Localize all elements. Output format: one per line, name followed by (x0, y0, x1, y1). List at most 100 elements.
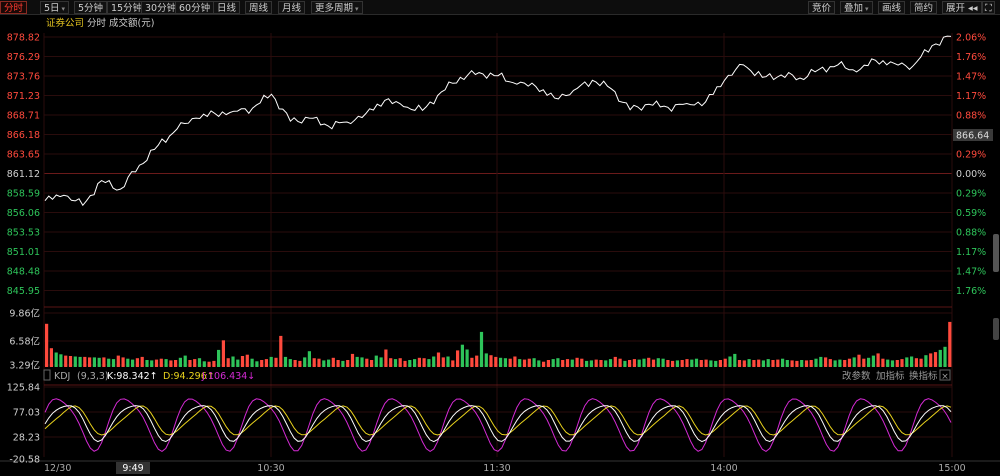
volume-bar (135, 358, 139, 367)
price-axis-label: 876.29 (7, 52, 40, 63)
volume-bar (680, 360, 684, 367)
volume-bar (785, 360, 789, 367)
intraday-chart[interactable]: 证券公司 分时 成交额(元) 878.82 2.06% 876.29 1.76% 873.76… (0, 15, 1000, 476)
volume-bar (460, 344, 464, 367)
volume-bar (159, 358, 163, 367)
volume-bar (64, 355, 68, 367)
percent-axis-label: 1.17% (956, 91, 986, 102)
period-tab[interactable]: 5分钟 (74, 1, 108, 14)
close-icon-glyph[interactable]: × (941, 372, 949, 382)
volume-bar (441, 357, 445, 367)
chevron-down-icon: ▾ (865, 5, 869, 13)
volume-bar (188, 360, 192, 367)
volume-bar (565, 359, 570, 367)
volume-bar (561, 360, 565, 367)
volume-axis-label: 6.58亿 (9, 336, 40, 348)
volume-bar (121, 357, 125, 367)
volume-bar (370, 360, 374, 367)
kdj-button[interactable]: 换指标 (909, 370, 938, 382)
period-tab[interactable]: 5日 ▾ (40, 1, 70, 14)
volume-bar (174, 360, 178, 367)
volume-bar (924, 355, 928, 367)
volume-bar (346, 360, 350, 367)
volume-bar (790, 360, 794, 367)
volume-bar (632, 359, 636, 367)
volume-bar (446, 356, 450, 367)
volume-bar (737, 360, 742, 367)
time-axis-label: 10:30 (257, 463, 284, 474)
volume-bar (919, 358, 923, 367)
period-tab[interactable]: 更多周期 ▾ (311, 1, 363, 14)
volume-bar (193, 359, 197, 367)
tool-button[interactable]: 展开 ◂◂ (942, 1, 982, 14)
time-axis-label: 9:49 (122, 463, 143, 474)
kdj-axis-label: 28.23 (13, 433, 40, 444)
tool-button-label: 叠加 (844, 3, 864, 14)
kdj-button[interactable]: 改参数 (842, 370, 871, 382)
period-tab[interactable]: 分时 (0, 1, 28, 14)
volume-bar (150, 360, 154, 367)
volume-bar (843, 360, 847, 367)
volume-bar (255, 361, 259, 367)
volume-bar (350, 353, 355, 367)
volume-bar (312, 358, 316, 367)
period-tab[interactable]: 月线 (278, 1, 306, 14)
tool-button[interactable]: 简约 (910, 1, 938, 14)
price-scrollbar[interactable] (993, 234, 999, 272)
period-toolbar: 分时 5日 ▾ 5分钟 15分钟 30分钟 60分钟 日线 周线 月线 更多周期 ▾ 竞价 叠加 ▾ 画线简… (0, 0, 1000, 15)
chevron-down-icon: ▾ (355, 5, 359, 13)
volume-bar (761, 360, 765, 367)
volume-bar (910, 356, 914, 367)
volume-bar (408, 360, 412, 367)
volume-bar (608, 359, 613, 367)
volume-bar (403, 360, 407, 367)
volume-bar (694, 358, 699, 367)
volume-bar (508, 358, 512, 367)
volume-bar (145, 360, 149, 367)
expand-icon[interactable]: ⛶ (982, 1, 995, 14)
volume-bar (795, 360, 799, 367)
volume-bar (207, 361, 211, 367)
volume-bar (164, 359, 168, 367)
volume-bar (92, 357, 96, 367)
volume-bar (613, 356, 617, 367)
volume-bar (212, 360, 216, 367)
percent-axis-label: 1.47% (956, 267, 986, 278)
volume-bar (178, 357, 182, 367)
tool-button[interactable]: 叠加 ▾ (840, 1, 873, 14)
percent-axis-label: 0.00% (956, 169, 986, 180)
volume-bar (604, 360, 608, 367)
kdj-j-value: J:106.434↓ (201, 371, 255, 382)
volume-bar (948, 321, 952, 367)
volume-bar (690, 359, 694, 367)
volume-bar (102, 357, 106, 367)
period-tab-label: 周线 (249, 3, 269, 14)
volume-bar (288, 359, 292, 367)
volume-bar (341, 360, 345, 367)
volume-bar (83, 356, 87, 367)
period-tab[interactable]: 日线 (213, 1, 241, 14)
kdj-axis-label: 77.03 (13, 408, 40, 419)
price-axis-label: 873.76 (7, 72, 40, 83)
period-tab[interactable]: 周线 (245, 1, 273, 14)
price-axis-label: 856.06 (7, 208, 40, 219)
volume-bar (494, 356, 498, 367)
percent-axis-label: 0.88% (956, 228, 986, 239)
volume-bar (589, 360, 593, 367)
volume-scrollbar[interactable] (993, 318, 999, 340)
volume-bar (432, 356, 436, 367)
volume-bar (800, 360, 804, 367)
volume-bar (107, 358, 111, 367)
tool-button[interactable]: 竞价 (808, 1, 836, 14)
period-tab-label: 30分钟 (145, 3, 177, 14)
tool-button[interactable]: 画线 (878, 1, 906, 14)
volume-bar (499, 357, 503, 367)
period-tab-label: 15分钟 (111, 3, 143, 14)
volume-bar (527, 358, 531, 367)
tool-button-label: 展开 ◂◂ (946, 3, 978, 14)
period-tab[interactable]: 60分钟 (175, 1, 215, 14)
volume-bar (73, 356, 77, 367)
volume-bar (766, 359, 770, 367)
kdj-button[interactable]: 加指标 (876, 370, 905, 382)
volume-bar (240, 356, 245, 367)
